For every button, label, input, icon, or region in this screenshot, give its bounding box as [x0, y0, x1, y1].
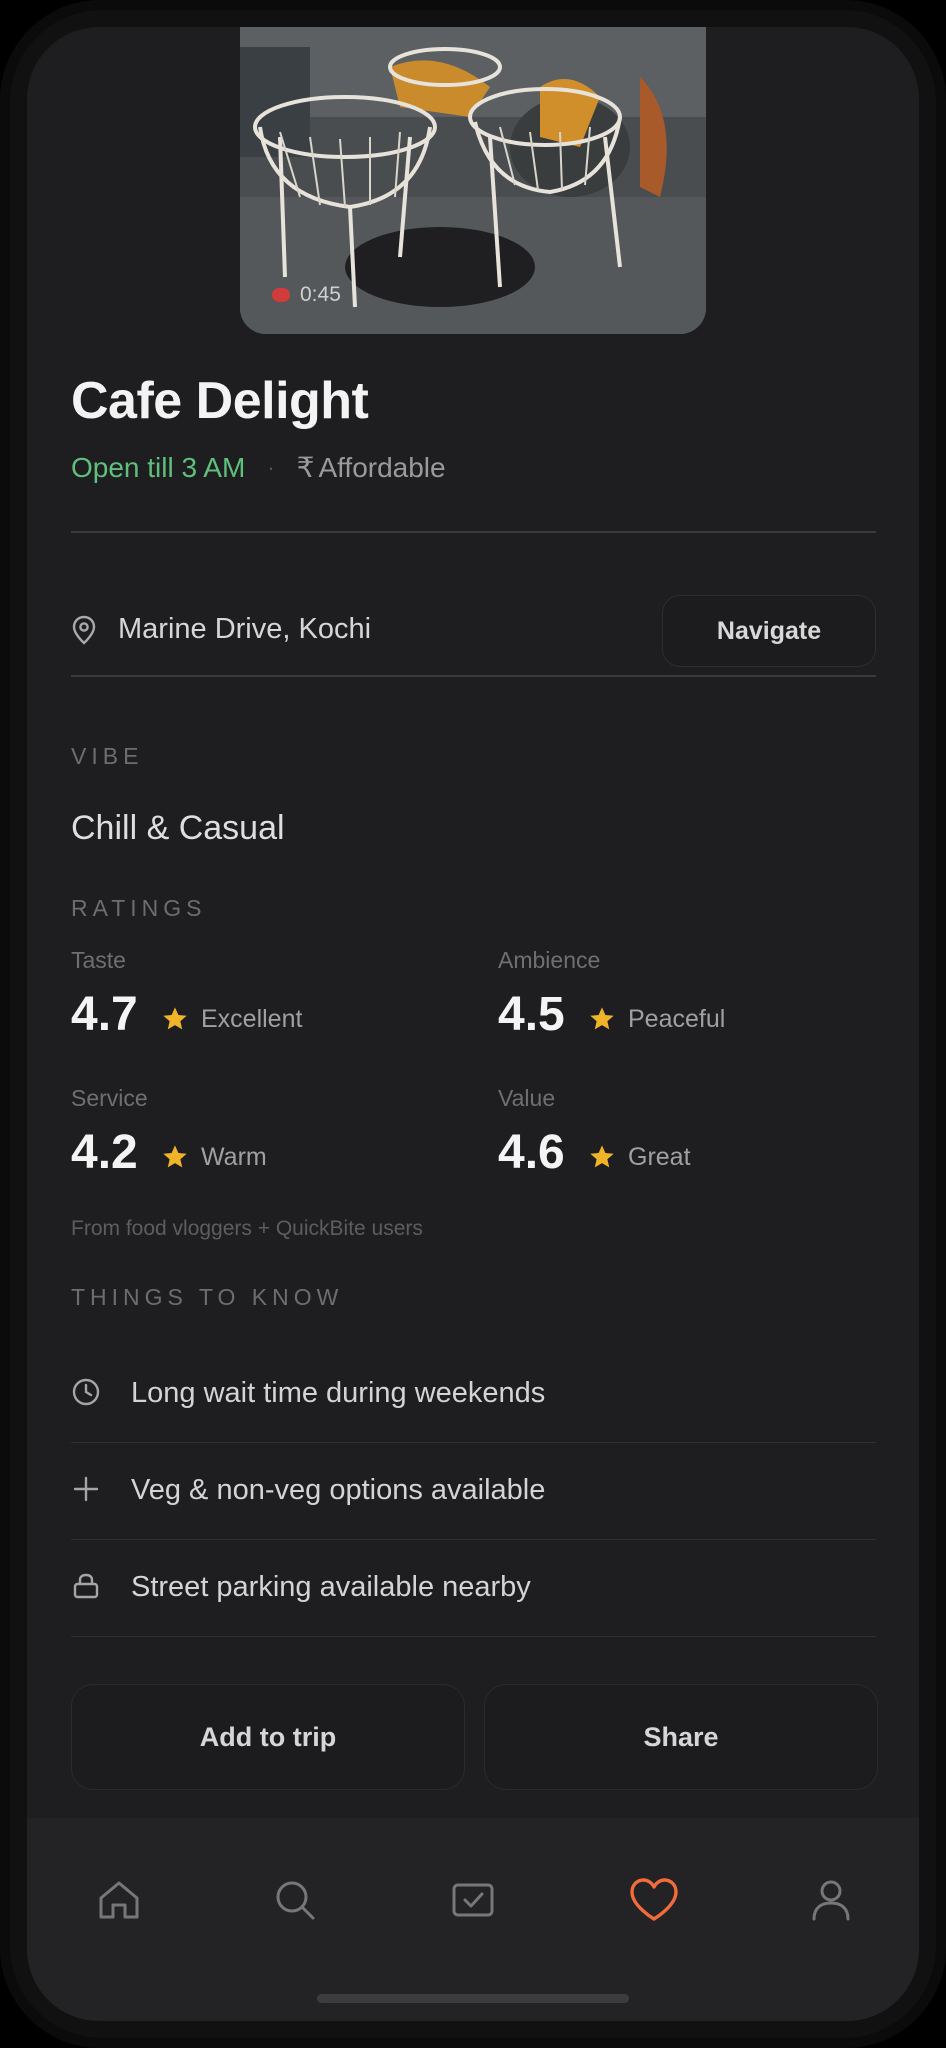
rating-label: Taste [71, 947, 126, 973]
place-title: Cafe Delight [71, 372, 369, 430]
star-icon [163, 1007, 187, 1030]
things-to-know-heading: THINGS TO KNOW [71, 1284, 344, 1310]
divider [71, 531, 876, 533]
search-icon[interactable] [271, 1876, 319, 1924]
ratings-source: From food vloggers + QuickBite users [71, 1217, 423, 1240]
row-divider [71, 1442, 876, 1443]
rating-label: Ambience [498, 947, 601, 973]
price-level: ₹ Affordable [297, 451, 446, 484]
add-to-trip-button[interactable]: Add to trip [71, 1684, 465, 1790]
device-frame: 0:45 Cafe Delight Open till 3 AM · ₹ Aff… [0, 0, 946, 2048]
star-icon [590, 1007, 614, 1030]
home-indicator[interactable] [317, 1994, 629, 2003]
price-label: Affordable [318, 451, 446, 483]
video-thumbnail[interactable]: 0:45 [240, 27, 706, 334]
rating-description: Warm [201, 1143, 267, 1171]
rating-description: Excellent [201, 1005, 303, 1033]
know-item: Long wait time during weekends [71, 1347, 876, 1443]
rating-taste: Taste 4.7 Excellent [71, 947, 471, 1077]
rating-ambience: Ambience 4.5 Peaceful [498, 947, 898, 1077]
place-meta: Open till 3 AM · ₹ Affordable [71, 451, 446, 484]
vibe-heading: VIBE [71, 743, 144, 769]
video-duration-text: 0:45 [300, 283, 341, 306]
video-duration: 0:45 [272, 283, 341, 307]
open-hours: Open till 3 AM [71, 451, 246, 483]
user-icon[interactable] [807, 1876, 855, 1924]
screen: 0:45 Cafe Delight Open till 3 AM · ₹ Aff… [27, 27, 919, 2021]
clock-icon [72, 1378, 100, 1406]
know-item: Street parking available nearby [71, 1541, 876, 1637]
row-divider [71, 1636, 876, 1637]
rating-score: 4.5 [498, 988, 565, 1041]
know-text: Veg & non-veg options available [131, 1474, 546, 1506]
checklist-icon[interactable] [449, 1876, 497, 1924]
row-divider [71, 1539, 876, 1540]
divider [71, 675, 876, 677]
rating-score: 4.7 [71, 988, 138, 1041]
address: Marine Drive, Kochi [118, 613, 372, 645]
rating-label: Service [71, 1085, 148, 1111]
star-icon [163, 1145, 187, 1168]
rating-service: Service 4.2 Warm [71, 1085, 471, 1215]
rating-value: Value 4.6 Great [498, 1085, 898, 1215]
know-text: Long wait time during weekends [131, 1377, 546, 1409]
rating-description: Great [628, 1143, 691, 1171]
meta-separator: · [267, 454, 275, 480]
star-icon [590, 1145, 614, 1168]
lock-icon [73, 1573, 99, 1599]
home-icon[interactable] [95, 1876, 143, 1924]
rupee-icon: ₹ [296, 452, 315, 483]
know-item: Veg & non-veg options available [71, 1444, 876, 1540]
navigate-button[interactable]: Navigate [662, 595, 876, 667]
location-row: Marine Drive, Kochi Navigate [71, 595, 876, 667]
plus-icon [73, 1476, 99, 1502]
rating-score: 4.2 [71, 1126, 138, 1179]
tab-bar [27, 1818, 919, 2021]
know-text: Street parking available nearby [131, 1571, 531, 1603]
rating-description: Peaceful [628, 1005, 726, 1033]
vibe-value: Chill & Casual [71, 809, 285, 847]
rating-label: Value [498, 1085, 556, 1111]
record-icon [272, 288, 290, 302]
location-pin-icon [72, 615, 96, 645]
heart-icon[interactable] [627, 1876, 681, 1924]
rating-score: 4.6 [498, 1126, 565, 1179]
ratings-heading: RATINGS [71, 895, 207, 921]
share-button[interactable]: Share [484, 1684, 878, 1790]
